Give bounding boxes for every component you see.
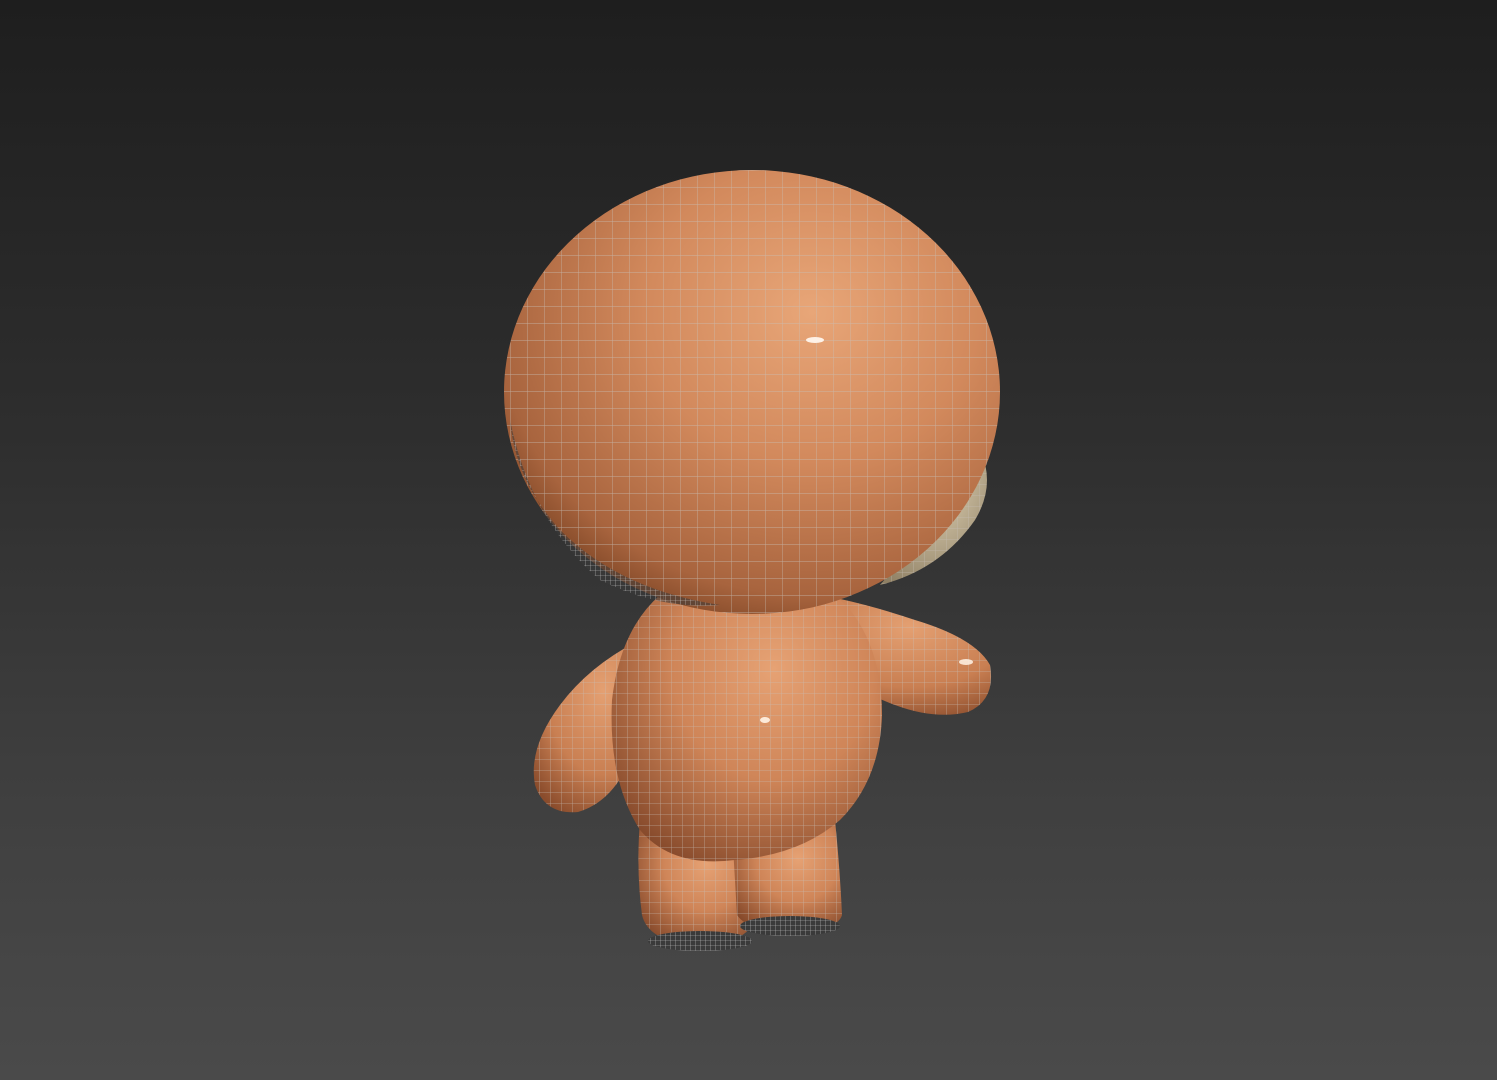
head: [504, 170, 1000, 614]
character-render: [504, 170, 1000, 951]
3d-viewport[interactable]: [0, 0, 1497, 1080]
